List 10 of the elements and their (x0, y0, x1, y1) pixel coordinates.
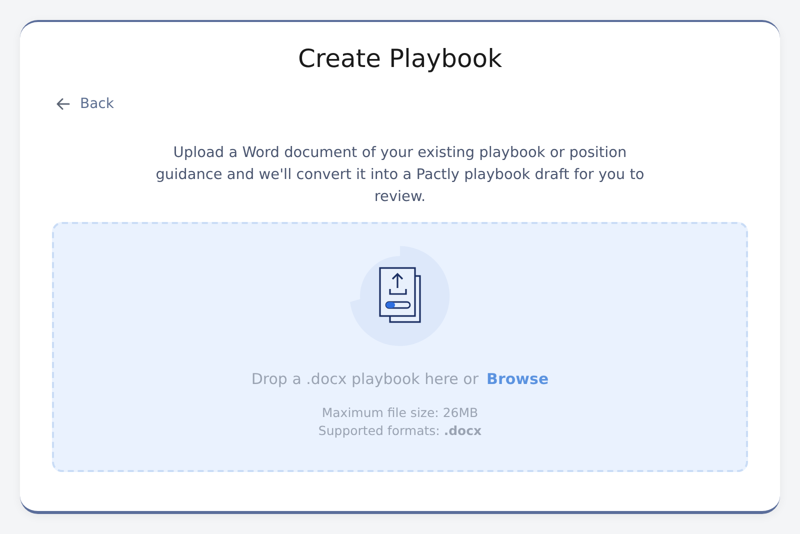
description-text: Upload a Word document of your existing playbook or position guidance and we'll convert it into a Pactly playbook draft for you to review. (154, 144, 646, 207)
drop-zone[interactable]: Drop a .docx playbook here or Browse Maximum file size: 26MB Supported formats: .docx (52, 222, 748, 472)
back-arrow-icon (56, 98, 70, 110)
browse-link[interactable]: Browse (486, 370, 549, 388)
dialog-title: Create Playbook (296, 43, 504, 75)
drop-prompt-text: Drop a .docx playbook here or (251, 370, 479, 388)
formats-text: Supported formats: .docx (318, 422, 482, 440)
max-size-text: Maximum file size: 26MB (322, 404, 478, 422)
document-upload-icon (348, 244, 452, 348)
back-link[interactable]: Back (56, 92, 114, 116)
